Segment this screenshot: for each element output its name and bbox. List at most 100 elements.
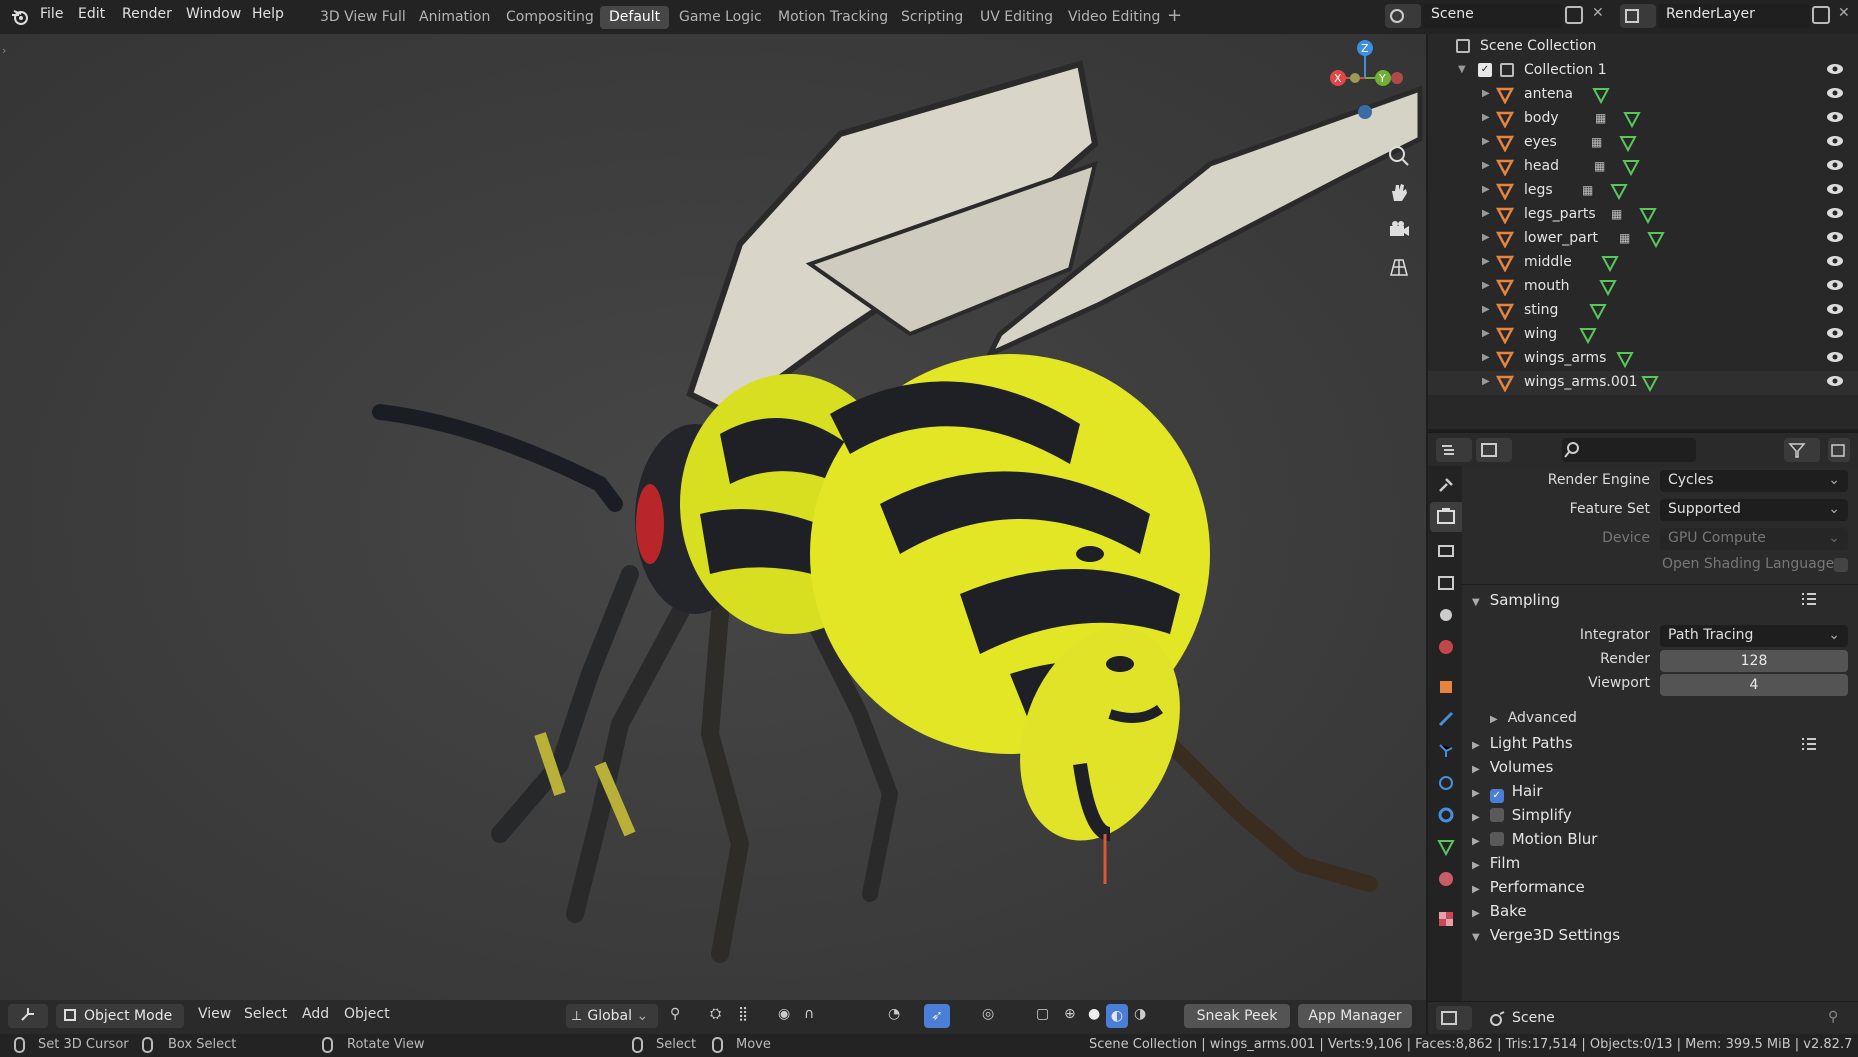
eye-icon[interactable] bbox=[1826, 62, 1844, 76]
panel-volumes[interactable]: ▶ Volumes bbox=[1472, 758, 1848, 776]
material-shading-icon[interactable]: ◐ bbox=[1106, 1004, 1128, 1028]
solid-shading-icon[interactable]: ● bbox=[1088, 1006, 1100, 1022]
sampling-panel-header[interactable]: ▼ Sampling bbox=[1462, 584, 1858, 612]
proportional-edit-icon[interactable]: ◉ bbox=[778, 1006, 790, 1022]
panel-film[interactable]: ▶ Film bbox=[1472, 854, 1848, 872]
eye-icon[interactable] bbox=[1826, 206, 1844, 220]
expand-triangle-icon[interactable]: ▶ bbox=[1482, 328, 1490, 339]
toolbar-toggle-icon[interactable]: › bbox=[2, 44, 6, 57]
view-layer-tab-icon[interactable] bbox=[1437, 574, 1455, 592]
mesh-data-icon[interactable] bbox=[1623, 110, 1641, 128]
mesh-data-icon[interactable] bbox=[1647, 230, 1665, 248]
eye-icon[interactable] bbox=[1826, 86, 1844, 100]
snap-target-icon[interactable]: ⣿ bbox=[738, 1006, 748, 1022]
eye-icon[interactable] bbox=[1826, 278, 1844, 292]
expand-triangle-icon[interactable]: ▶ bbox=[1482, 88, 1490, 99]
physics-tab-icon[interactable] bbox=[1437, 774, 1455, 792]
display-mode-button[interactable] bbox=[1476, 438, 1512, 462]
mesh-data-icon[interactable] bbox=[1616, 350, 1634, 368]
menu-render[interactable]: Render bbox=[122, 6, 172, 22]
menu-view[interactable]: View bbox=[198, 1006, 231, 1022]
menu-edit[interactable]: Edit bbox=[78, 6, 105, 22]
expand-triangle-icon[interactable]: ▶ bbox=[1482, 256, 1490, 267]
modifier-icon[interactable]: ▦ bbox=[1582, 183, 1593, 197]
pan-hand-icon[interactable] bbox=[1387, 181, 1411, 205]
falloff-icon[interactable]: ∩ bbox=[804, 1006, 814, 1022]
panel-checkbox[interactable] bbox=[1489, 832, 1504, 846]
outliner-object-row[interactable]: ▶ legs_parts ▦ bbox=[1428, 203, 1858, 227]
expand-triangle-icon[interactable]: ▶ bbox=[1482, 352, 1490, 363]
panel-hair[interactable]: ▶ ✓ Hair bbox=[1472, 782, 1848, 803]
output-tab-icon[interactable] bbox=[1437, 542, 1455, 560]
snap-icon[interactable]: ⛭ bbox=[710, 1006, 721, 1022]
expand-triangle-icon[interactable]: ▶ bbox=[1482, 376, 1490, 387]
viewport-samples-field[interactable]: 4 bbox=[1660, 674, 1848, 696]
mesh-data-icon[interactable] bbox=[1599, 278, 1617, 296]
panel-checkbox[interactable] bbox=[1489, 808, 1504, 822]
outliner-object-row[interactable]: ▶ wing bbox=[1428, 323, 1858, 347]
world-tab-icon[interactable] bbox=[1437, 638, 1455, 656]
menu-window[interactable]: Window bbox=[186, 6, 241, 22]
menu-help[interactable]: Help bbox=[252, 6, 284, 22]
tab-video-editing[interactable]: Video Editing bbox=[1059, 6, 1169, 29]
gizmo-toggle-icon[interactable]: ➶ bbox=[924, 1004, 950, 1028]
eye-icon[interactable] bbox=[1826, 134, 1844, 148]
outliner-object-row[interactable]: ▶ mouth bbox=[1428, 275, 1858, 299]
panel-simplify[interactable]: ▶ Simplify bbox=[1472, 806, 1848, 824]
3d-viewport[interactable]: Z X Y › bbox=[0, 34, 1426, 1034]
tab-game-logic[interactable]: Game Logic bbox=[670, 6, 771, 29]
new-collection-button[interactable] bbox=[1828, 438, 1850, 462]
mesh-data-icon[interactable] bbox=[1641, 374, 1659, 392]
feature-set-dropdown[interactable]: Supported ⌄ bbox=[1660, 499, 1848, 521]
close-viewlayer-icon[interactable]: ✕ bbox=[1838, 5, 1850, 21]
tab-compositing[interactable]: Compositing bbox=[497, 6, 603, 29]
object-mode-dropdown[interactable]: Object Mode ⌄ bbox=[56, 1004, 184, 1048]
mesh-data-icon[interactable] bbox=[1579, 326, 1597, 344]
object-tab-icon[interactable] bbox=[1437, 678, 1455, 696]
eye-icon[interactable] bbox=[1826, 302, 1844, 316]
modifier-icon[interactable]: ▦ bbox=[1611, 207, 1622, 221]
expand-triangle-icon[interactable]: ▶ bbox=[1482, 184, 1490, 195]
expand-triangle-icon[interactable]: ▶ bbox=[1482, 112, 1490, 123]
render-engine-dropdown[interactable]: Cycles ⌄ bbox=[1660, 470, 1848, 492]
outliner-object-row[interactable]: ▶ wings_arms bbox=[1428, 347, 1858, 371]
integrator-dropdown[interactable]: Path Tracing ⌄ bbox=[1660, 625, 1848, 647]
editor-type-button[interactable] bbox=[8, 1004, 48, 1028]
outliner-object-row[interactable]: ▶ sting bbox=[1428, 299, 1858, 323]
expand-triangle-icon[interactable]: ▶ bbox=[1482, 304, 1490, 315]
new-viewlayer-icon[interactable] bbox=[1812, 6, 1830, 24]
render-tab[interactable] bbox=[1430, 502, 1462, 532]
pivot-icon[interactable]: ⚲ bbox=[670, 1006, 680, 1022]
panel-motion-blur[interactable]: ▶ Motion Blur bbox=[1472, 830, 1848, 848]
sneak-peek-button[interactable]: Sneak Peek bbox=[1184, 1004, 1290, 1028]
eye-icon[interactable] bbox=[1826, 110, 1844, 124]
panel-light-paths[interactable]: ▶ Light Paths bbox=[1472, 734, 1848, 752]
presets-list-icon[interactable] bbox=[1800, 736, 1818, 752]
outliner-object-row[interactable]: ▶ head ▦ bbox=[1428, 155, 1858, 179]
eye-icon[interactable] bbox=[1826, 350, 1844, 364]
modifier-icon[interactable]: ▦ bbox=[1619, 231, 1630, 245]
camera-view-icon[interactable] bbox=[1387, 218, 1411, 242]
transform-orientation-dropdown[interactable]: ⟂ Global ⌄ bbox=[566, 1004, 658, 1028]
panel-performance[interactable]: ▶ Performance bbox=[1472, 878, 1848, 896]
advanced-subpanel[interactable]: ▶ Advanced bbox=[1490, 710, 1577, 726]
particles-tab-icon[interactable] bbox=[1437, 742, 1455, 760]
scene-name-field[interactable]: Scene bbox=[1423, 4, 1563, 28]
outliner-object-row[interactable]: ▶ middle bbox=[1428, 251, 1858, 275]
panel-checkbox[interactable]: ✓ bbox=[1489, 789, 1504, 803]
eye-icon[interactable] bbox=[1826, 254, 1844, 268]
presets-list-icon[interactable] bbox=[1800, 591, 1818, 607]
tab-scripting[interactable]: Scripting bbox=[892, 6, 972, 29]
mesh-data-icon[interactable] bbox=[1619, 134, 1637, 152]
mesh-data-icon[interactable] bbox=[1601, 254, 1619, 272]
mesh-data-icon[interactable] bbox=[1610, 182, 1628, 200]
zoom-icon[interactable] bbox=[1387, 144, 1411, 168]
outliner-object-row[interactable]: ▶ body ▦ bbox=[1428, 107, 1858, 131]
menu-file[interactable]: File bbox=[40, 6, 63, 22]
new-scene-icon[interactable] bbox=[1565, 6, 1583, 24]
add-workspace-icon[interactable]: + bbox=[1167, 5, 1182, 26]
property-search-input[interactable] bbox=[1562, 438, 1696, 462]
mesh-data-icon[interactable] bbox=[1592, 86, 1610, 104]
rendered-shading-icon[interactable]: ◑ bbox=[1134, 1006, 1146, 1022]
editor-type-button[interactable] bbox=[1436, 1006, 1472, 1030]
